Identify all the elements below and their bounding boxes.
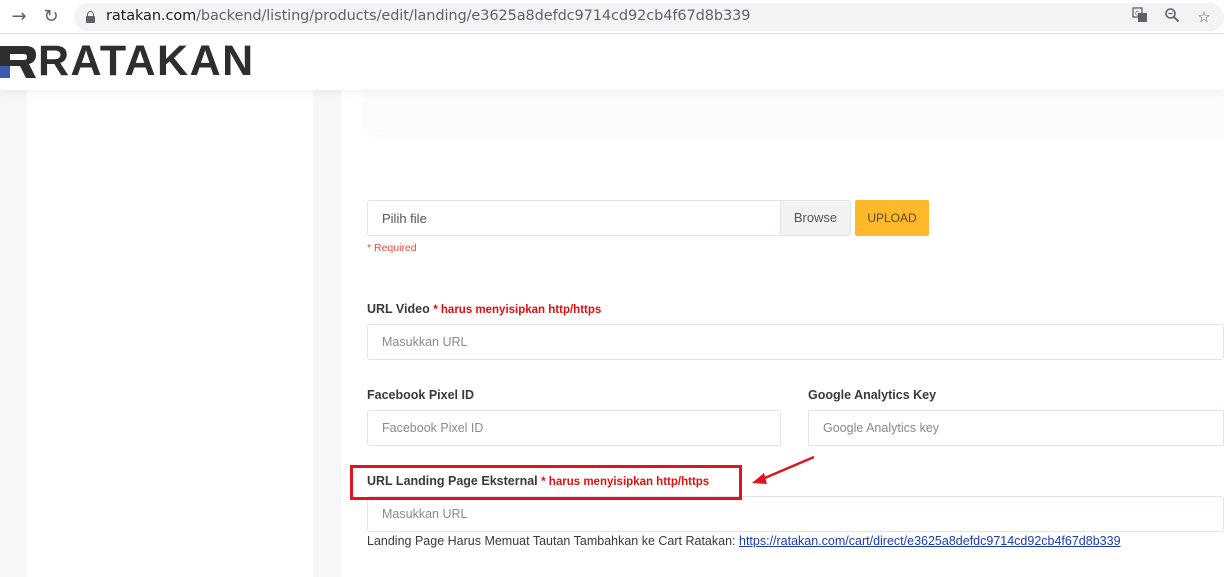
google-analytics-input[interactable] <box>809 411 1223 445</box>
url-text: ratakan.com/backend/listing/products/edi… <box>106 8 750 24</box>
bookmark-star-icon[interactable]: ☆ <box>1194 7 1214 27</box>
facebook-pixel-field[interactable] <box>367 410 781 446</box>
landing-hint: Landing Page Harus Memuat Tautan Tambahk… <box>367 534 1121 548</box>
url-video-label-text: URL Video <box>367 302 430 316</box>
logo-text[interactable]: RATAKAN <box>38 37 255 86</box>
annotation-arrow-icon <box>752 455 815 484</box>
facebook-pixel-label: Facebook Pixel ID <box>367 388 474 402</box>
forward-arrow-icon[interactable]: → <box>8 6 30 28</box>
logo-mark-icon[interactable] <box>0 42 38 82</box>
google-analytics-label: Google Analytics Key <box>808 388 937 402</box>
translate-icon[interactable]: G <box>1130 7 1150 27</box>
form-card-top <box>366 90 1224 130</box>
cart-direct-link[interactable]: https://ratakan.com/cart/direct/e3625a8d… <box>739 534 1121 548</box>
landing-hint-text: Landing Page Harus Memuat Tautan Tambahk… <box>367 534 736 548</box>
page-body: Pilih file Browse UPLOAD * Required URL … <box>0 90 1224 577</box>
annotation-highlight-box <box>350 465 742 500</box>
url-path: /backend/listing/products/edit/landing/e… <box>196 8 751 24</box>
file-placeholder: Pilih file <box>382 211 427 226</box>
url-video-note: * harus menyisipkan http/https <box>433 304 602 316</box>
required-note: * Required <box>367 242 417 254</box>
address-bar[interactable]: ratakan.com/backend/listing/products/edi… <box>74 3 1224 31</box>
browser-toolbar: → ↻ ratakan.com/backend/listing/products… <box>0 0 1224 34</box>
svg-text:G: G <box>1135 11 1140 18</box>
main-form-panel: Pilih file Browse UPLOAD * Required URL … <box>341 90 1224 577</box>
landing-url-field[interactable] <box>367 496 1224 532</box>
site-header: RATAKAN <box>0 34 1224 90</box>
url-host: ratakan.com <box>106 8 197 24</box>
google-analytics-field[interactable] <box>808 410 1224 446</box>
facebook-pixel-input[interactable] <box>368 411 780 445</box>
lock-icon <box>86 11 95 23</box>
sidebar-panel <box>27 90 313 577</box>
url-video-input[interactable] <box>368 325 1223 359</box>
landing-url-input[interactable] <box>368 497 1223 531</box>
url-video-label: URL Video * harus menyisipkan http/https <box>367 302 601 316</box>
browse-button[interactable]: Browse <box>780 201 850 235</box>
zoom-icon[interactable] <box>1162 7 1182 27</box>
upload-button[interactable]: UPLOAD <box>855 200 929 236</box>
file-input[interactable]: Pilih file Browse <box>367 200 851 236</box>
reload-icon[interactable]: ↻ <box>40 6 62 28</box>
url-video-field[interactable] <box>367 324 1224 360</box>
